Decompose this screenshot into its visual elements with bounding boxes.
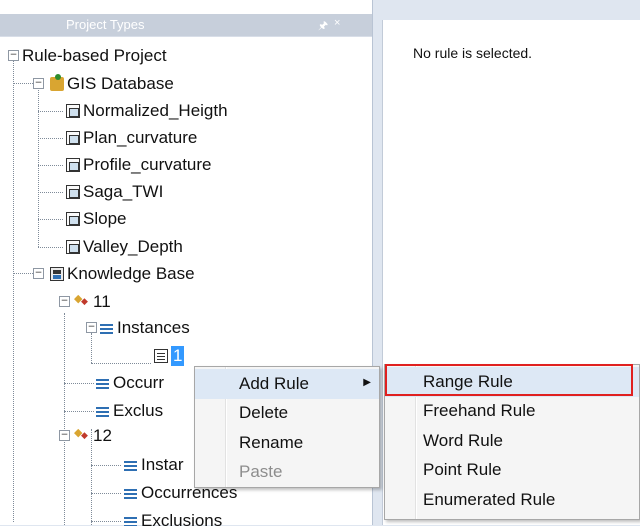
- tree-node-instances[interactable]: Instances: [100, 316, 190, 340]
- list-icon: [100, 321, 114, 335]
- tree-node-gis-database[interactable]: GIS Database: [50, 72, 174, 96]
- tree-node-label: GIS Database: [67, 74, 174, 93]
- expander-icon[interactable]: −: [33, 268, 44, 279]
- tree-node-label: Knowledge Base: [67, 264, 195, 283]
- expander-icon[interactable]: −: [86, 322, 97, 333]
- tree-line: [91, 521, 121, 522]
- menu-item-label: Freehand Rule: [423, 401, 536, 420]
- panel-title: Project Types: [66, 17, 145, 32]
- submenu-item-freehand-rule[interactable]: Freehand Rule: [385, 396, 639, 426]
- tree-node-instance-1[interactable]: 1: [154, 344, 185, 368]
- tree-node-exclusions[interactable]: Exclusions: [124, 509, 222, 526]
- tree-node-label: Exclus: [113, 401, 164, 420]
- tree-node-rule-11[interactable]: 11: [74, 290, 111, 314]
- tree-line: [38, 165, 63, 166]
- tree-node-instances[interactable]: Instar: [124, 453, 184, 477]
- tree-line: [64, 383, 94, 384]
- submenu-item-enumerated-rule[interactable]: Enumerated Rule: [385, 485, 639, 515]
- tree-node-label: Instances: [117, 318, 190, 337]
- tree-line: [38, 192, 63, 193]
- raster-layer-icon: [66, 158, 80, 172]
- expander-icon[interactable]: −: [59, 430, 70, 441]
- expander-icon[interactable]: −: [59, 296, 70, 307]
- tree-line: [91, 363, 151, 364]
- tree-node-knowledge-base[interactable]: Knowledge Base: [50, 262, 195, 286]
- list-icon: [124, 514, 138, 526]
- raster-layer-icon: [66, 131, 80, 145]
- tree-node-label: Saga_TWI: [83, 182, 164, 201]
- tree-node-label: Instar: [141, 455, 184, 474]
- tree-node-layer[interactable]: Valley_Depth: [66, 235, 183, 259]
- no-rule-message: No rule is selected.: [413, 45, 533, 61]
- tree-line: [38, 111, 63, 112]
- tree-node-layer[interactable]: Plan_curvature: [66, 126, 197, 150]
- tree-node-layer[interactable]: Slope: [66, 207, 126, 231]
- tree-node-label: Profile_curvature: [83, 155, 212, 174]
- tree-node-layer[interactable]: Profile_curvature: [66, 153, 212, 177]
- menu-item-label: Add Rule: [239, 374, 309, 393]
- tree-line: [91, 493, 121, 494]
- tree-node-label: 12: [93, 426, 112, 445]
- rule-icon: [74, 426, 90, 443]
- tree-node-label-selected: 1: [171, 346, 185, 366]
- raster-layer-icon: [66, 104, 80, 118]
- tree-line: [13, 57, 14, 522]
- menu-item-add-rule[interactable]: Add Rule ▶: [195, 369, 379, 399]
- submenu-arrow-icon: ▶: [363, 377, 371, 388]
- close-icon[interactable]: ×: [334, 17, 340, 29]
- expander-icon[interactable]: −: [8, 50, 19, 61]
- rule-icon: [74, 292, 90, 309]
- list-icon: [124, 486, 138, 500]
- tree-node-label: Rule-based Project: [22, 46, 167, 65]
- database-icon: [50, 74, 64, 91]
- tree-node-occurrences[interactable]: Occurr: [96, 371, 164, 395]
- tree-node-label: Slope: [83, 209, 127, 228]
- list-icon: [96, 376, 110, 390]
- tree-node-layer[interactable]: Normalized_Heigth: [66, 99, 228, 123]
- tree-line: [91, 465, 121, 466]
- tree-line: [13, 83, 33, 84]
- menu-item-paste: Paste: [195, 457, 379, 487]
- tree-line: [38, 81, 39, 247]
- expander-icon[interactable]: −: [33, 78, 44, 89]
- tree-node-exclusions[interactable]: Exclus: [96, 399, 163, 423]
- tree-node-root[interactable]: Rule-based Project: [22, 44, 167, 68]
- tree-line: [38, 219, 63, 220]
- tree-node-label: Plan_curvature: [83, 128, 198, 147]
- tree-line: [64, 411, 94, 412]
- tree-line: [64, 313, 65, 526]
- menu-item-rename[interactable]: Rename: [195, 428, 379, 458]
- menu-item-label: Delete: [239, 403, 289, 422]
- tree-node-label: Occurr: [113, 373, 164, 392]
- tree-node-label: 11: [93, 292, 111, 311]
- context-menu: Add Rule ▶ Delete Rename Paste: [194, 366, 380, 488]
- list-icon: [96, 404, 110, 418]
- menu-item-label: Paste: [239, 462, 283, 481]
- tree-node-rule-12[interactable]: 12: [74, 424, 112, 448]
- tree-line: [91, 333, 92, 363]
- menu-item-label: Word Rule: [423, 431, 503, 450]
- pin-icon[interactable]: 🖈: [318, 17, 328, 36]
- menu-item-label: Point Rule: [423, 460, 502, 479]
- tree-line: [38, 138, 63, 139]
- raster-layer-icon: [66, 185, 80, 199]
- menu-item-label: Enumerated Rule: [423, 490, 556, 509]
- submenu-item-word-rule[interactable]: Word Rule: [385, 426, 639, 456]
- panel-titlebar: Project Types 🖈 ×: [0, 14, 372, 37]
- tree-line: [38, 247, 63, 248]
- list-icon: [124, 458, 138, 472]
- tree-node-label: Normalized_Heigth: [83, 101, 228, 120]
- menu-item-label: Rename: [239, 433, 304, 452]
- submenu-item-point-rule[interactable]: Point Rule: [385, 455, 639, 485]
- tree-node-layer[interactable]: Saga_TWI: [66, 180, 163, 204]
- tree-line: [13, 273, 33, 274]
- knowledge-base-icon: [50, 267, 64, 281]
- tree-node-label: Exclusions: [141, 511, 223, 526]
- raster-layer-icon: [66, 240, 80, 254]
- range-rule-highlight-box: [385, 364, 633, 396]
- raster-layer-icon: [66, 212, 80, 226]
- document-icon: [154, 349, 168, 363]
- tree-node-label: Valley_Depth: [83, 237, 183, 256]
- menu-item-delete[interactable]: Delete: [195, 398, 379, 428]
